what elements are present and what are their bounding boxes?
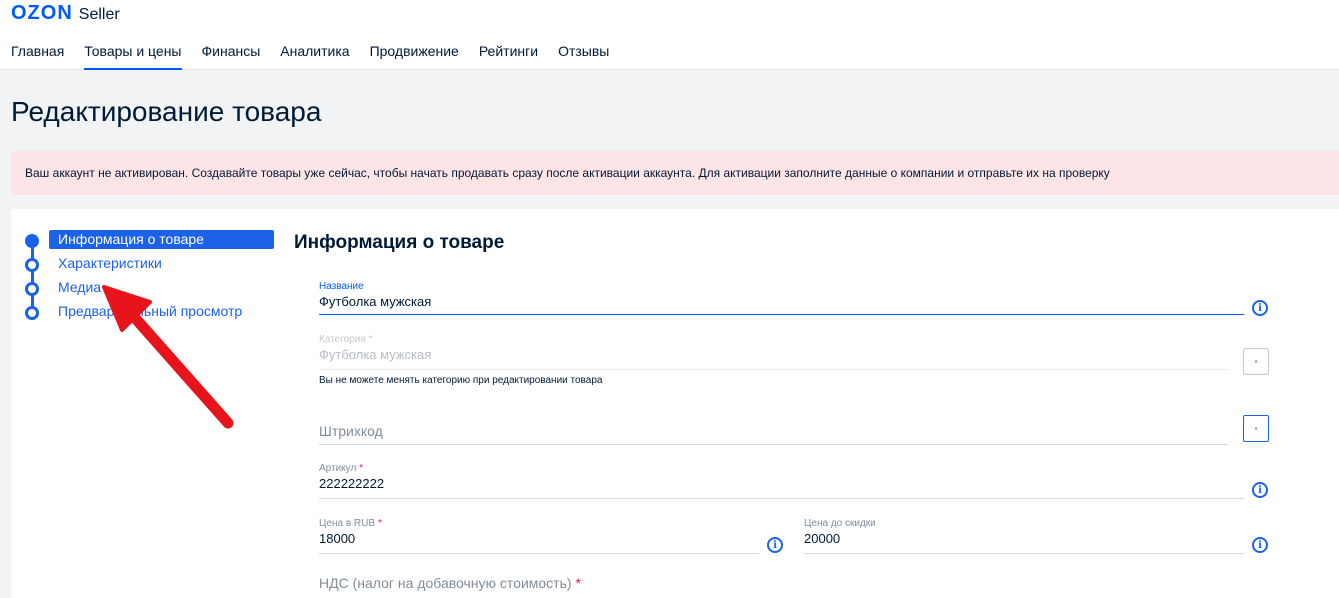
step-label: Информация о товаре bbox=[49, 230, 274, 249]
step-media[interactable]: Медиа bbox=[25, 277, 275, 301]
category-menu-button[interactable]: ▪ bbox=[1243, 348, 1269, 375]
step-label: Медиа bbox=[58, 279, 102, 295]
barcode-underline bbox=[319, 444, 1229, 445]
section-title: Информация о товаре bbox=[294, 232, 505, 253]
menu-dots-icon: ▪ bbox=[1254, 356, 1258, 366]
article-label: Артикул * bbox=[319, 463, 363, 474]
ozon-seller-logo[interactable]: OZON Seller bbox=[11, 2, 120, 25]
step-product-info[interactable]: Информация о товаре bbox=[25, 229, 275, 253]
name-input[interactable]: Футболка мужская bbox=[319, 294, 1244, 311]
product-edit-card: Информация о товаре Характеристики Медиа… bbox=[11, 209, 1339, 598]
step-dot-icon bbox=[25, 258, 39, 272]
nav-item-main[interactable]: Главная bbox=[11, 43, 64, 70]
step-preview[interactable]: Предварительный просмотр bbox=[25, 301, 275, 325]
nav-item-ratings[interactable]: Рейтинги bbox=[479, 43, 538, 70]
nav-item-reviews[interactable]: Отзывы bbox=[558, 43, 609, 70]
nav-item-analytics[interactable]: Аналитика bbox=[280, 43, 349, 70]
barcode-field[interactable]: Штрихкод bbox=[319, 423, 1229, 445]
step-dot-icon bbox=[25, 282, 39, 296]
old-price-input[interactable]: 20000 bbox=[804, 531, 1244, 548]
price-field[interactable]: Цена в RUB * 18000 bbox=[319, 518, 759, 554]
price-label: Цена в RUB * bbox=[319, 518, 382, 529]
info-icon[interactable]: i bbox=[1252, 482, 1268, 498]
step-dot-icon bbox=[25, 306, 39, 320]
vat-select[interactable]: НДС (налог на добавочную стоимость) * bbox=[319, 575, 581, 591]
name-label: Название bbox=[319, 281, 364, 292]
info-icon[interactable]: i bbox=[1252, 300, 1268, 316]
old-price-underline bbox=[804, 553, 1244, 554]
info-icon[interactable]: i bbox=[767, 537, 783, 553]
edit-stepper: Информация о товаре Характеристики Медиа… bbox=[25, 229, 275, 325]
logo-brand: OZON bbox=[11, 2, 73, 24]
old-price-label: Цена до скидки bbox=[804, 518, 876, 529]
article-field[interactable]: Артикул * 222222222 bbox=[319, 463, 1244, 499]
name-field[interactable]: Название Футболка мужская bbox=[319, 281, 1244, 315]
category-field: Категория * Футболка мужская bbox=[319, 334, 1229, 370]
step-characteristics[interactable]: Характеристики bbox=[25, 253, 275, 277]
step-label: Предварительный просмотр bbox=[58, 303, 243, 319]
menu-dots-icon: ▪ bbox=[1254, 423, 1258, 433]
logo-product: Seller bbox=[78, 6, 120, 23]
step-label: Характеристики bbox=[58, 255, 162, 271]
barcode-menu-button[interactable]: ▪ bbox=[1243, 415, 1269, 442]
category-label: Категория * bbox=[319, 334, 373, 345]
category-hint: Вы не можете менять категорию при редакт… bbox=[319, 375, 603, 386]
step-dot-icon bbox=[25, 234, 39, 248]
old-price-field[interactable]: Цена до скидки 20000 bbox=[804, 518, 1244, 554]
nav-item-finance[interactable]: Финансы bbox=[202, 43, 261, 70]
top-header: OZON Seller Главная Товары и цены Финанс… bbox=[0, 0, 1339, 70]
barcode-input[interactable]: Штрихкод bbox=[319, 423, 383, 439]
main-nav: Главная Товары и цены Финансы Аналитика … bbox=[11, 43, 629, 70]
price-underline bbox=[319, 553, 759, 554]
category-underline bbox=[319, 369, 1229, 370]
page-title: Редактирование товара bbox=[11, 96, 322, 127]
category-input: Футболка мужская bbox=[319, 347, 432, 362]
nav-item-promotion[interactable]: Продвижение bbox=[370, 43, 459, 70]
info-icon[interactable]: i bbox=[1252, 537, 1268, 553]
vat-field[interactable]: НДС (налог на добавочную стоимость) * bbox=[319, 575, 1244, 597]
article-underline bbox=[319, 498, 1244, 499]
nav-item-products[interactable]: Товары и цены bbox=[84, 43, 182, 70]
article-input[interactable]: 222222222 bbox=[319, 476, 1244, 493]
account-not-activated-alert: Ваш аккаунт не активирован. Создавайте т… bbox=[11, 151, 1339, 195]
price-input[interactable]: 18000 bbox=[319, 531, 759, 548]
name-underline bbox=[319, 314, 1244, 315]
